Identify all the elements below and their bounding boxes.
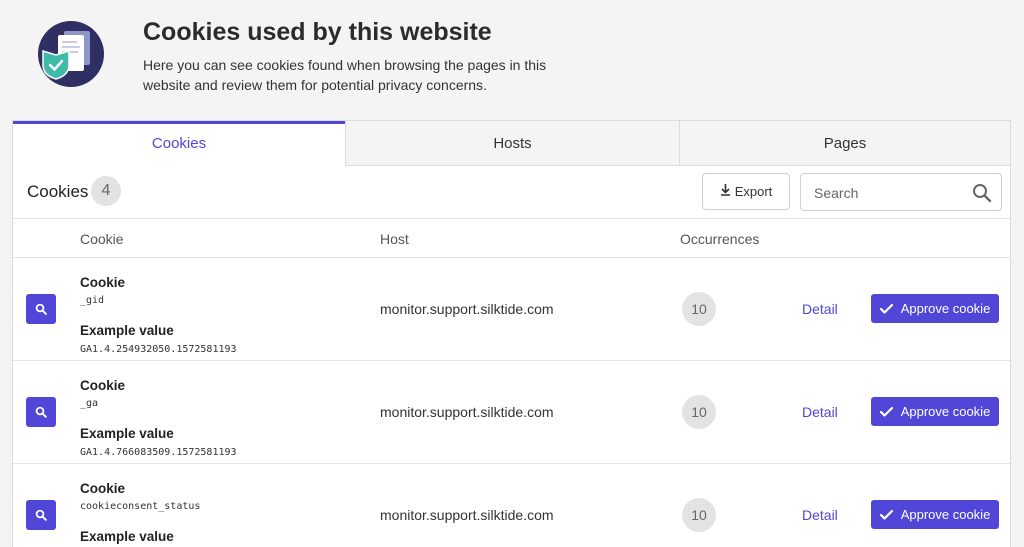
example-value-label: Example value (80, 323, 174, 338)
page-header: Cookies used by this website Here you ca… (0, 0, 1024, 120)
inspect-button[interactable] (26, 500, 56, 530)
host-value: monitor.support.silktide.com (380, 507, 554, 523)
tab-pages[interactable]: Pages (679, 121, 1010, 166)
example-value-label: Example value (80, 426, 174, 441)
cookies-panel: Cookies Hosts Pages Cookies 4 Export Coo… (12, 120, 1011, 547)
cookie-name: _ga (80, 398, 99, 409)
checkmark-icon (879, 406, 893, 417)
detail-link[interactable]: Detail (802, 507, 838, 523)
cookie-label: Cookie (80, 481, 126, 496)
example-value: GA1.4.254932050.1572581193 (80, 344, 237, 355)
table-row: Cookie _ga Example value GA1.4.766083509… (13, 361, 1010, 464)
cookie-label: Cookie (80, 275, 126, 290)
page-subtitle: Here you can see cookies found when brow… (143, 57, 547, 93)
occurrences-badge: 10 (682, 395, 716, 429)
cookie-label: Cookie (80, 378, 126, 393)
checkmark-icon (879, 303, 893, 314)
cookie-name: cookieconsent_status (80, 501, 201, 512)
approve-cookie-button[interactable]: Approve cookie (871, 294, 999, 323)
export-label: Export (734, 184, 773, 199)
inspect-button[interactable] (26, 397, 56, 427)
magnifier-icon (35, 509, 47, 521)
tab-hosts[interactable]: Hosts (345, 121, 679, 166)
detail-link[interactable]: Detail (802, 301, 838, 317)
tab-cookies[interactable]: Cookies (13, 121, 345, 166)
search-field[interactable] (800, 173, 1002, 211)
column-header-host: Host (380, 231, 409, 247)
approve-cookie-label: Approve cookie (900, 301, 991, 316)
detail-link[interactable]: Detail (802, 404, 838, 420)
example-value: GA1.4.766083509.1572581193 (80, 447, 237, 458)
host-value: monitor.support.silktide.com (380, 301, 554, 317)
approve-cookie-button[interactable]: Approve cookie (871, 397, 999, 426)
download-icon (720, 184, 731, 199)
checkmark-icon (879, 509, 893, 520)
cookie-count-badge: 4 (91, 176, 121, 206)
export-button[interactable]: Export (702, 173, 790, 210)
magnifier-icon (35, 303, 47, 315)
tab-bar: Cookies Hosts Pages (13, 121, 1010, 166)
table-row: Cookie cookieconsent_status Example valu… (13, 464, 1010, 547)
approve-cookie-button[interactable]: Approve cookie (871, 500, 999, 529)
search-icon[interactable] (972, 183, 992, 203)
table-row: Cookie _gid Example value GA1.4.25493205… (13, 258, 1010, 361)
approve-cookie-label: Approve cookie (900, 404, 991, 419)
page-title: Cookies used by this website (143, 18, 492, 46)
approve-cookie-label: Approve cookie (900, 507, 991, 522)
magnifier-icon (35, 406, 47, 418)
example-value-label: Example value (80, 529, 174, 544)
table-header: Cookie Host Occurrences (13, 218, 1010, 258)
host-value: monitor.support.silktide.com (380, 404, 554, 420)
section-title: Cookies (27, 182, 89, 201)
document-shield-icon (38, 21, 104, 87)
occurrences-badge: 10 (682, 292, 716, 326)
column-header-occurrences: Occurrences (680, 231, 760, 247)
column-header-cookie: Cookie (80, 231, 124, 247)
toolbar: Cookies 4 Export (13, 166, 1010, 218)
occurrences-badge: 10 (682, 498, 716, 532)
cookie-name: _gid (80, 295, 105, 306)
inspect-button[interactable] (26, 294, 56, 324)
search-input[interactable] (814, 183, 964, 203)
